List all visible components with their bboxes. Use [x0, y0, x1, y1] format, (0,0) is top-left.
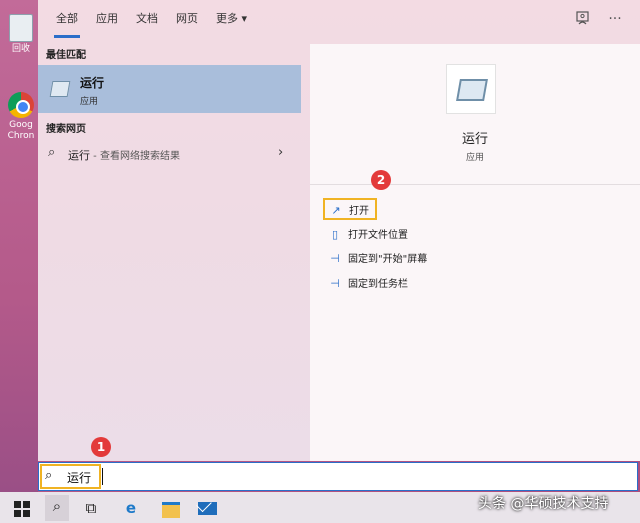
run-app-large-icon: [446, 64, 496, 114]
open-label: 打开: [349, 206, 369, 217]
chrome-label-1: Goog: [9, 120, 33, 130]
watermark: 头条 @华硕技术支持: [478, 496, 609, 512]
recycle-bin-icon[interactable]: 回收: [6, 14, 36, 55]
open-icon: ↗: [331, 204, 341, 217]
pin-to-start-label: 固定到"开始"屏幕: [348, 254, 428, 265]
run-app-icon: [49, 81, 71, 97]
best-match-heading: 最佳匹配: [46, 50, 86, 61]
detail-app-name: 运行: [461, 132, 488, 147]
best-match-kind: 应用: [80, 97, 99, 107]
step-badge-1: 1: [91, 437, 111, 457]
edge-icon: e: [125, 499, 137, 517]
pin-icon: ⊣: [330, 277, 340, 290]
start-button[interactable]: [11, 497, 33, 519]
chrome-desktop-icon[interactable]: Goog Chron: [6, 92, 36, 142]
tab-apps[interactable]: 应用: [96, 0, 118, 38]
tab-more[interactable]: 更多 ▾: [216, 0, 247, 38]
task-view-icon: ⧉: [85, 499, 97, 517]
best-match-result[interactable]: 运行 应用: [38, 65, 301, 113]
edge-button[interactable]: e: [120, 497, 142, 519]
windows-logo-icon: [14, 510, 21, 517]
detail-pane: 运行 应用 ↗ 打开 ▯ 打开文件位置 ⊣ 固定到"开始"屏幕 ⊣ 固定到任务栏: [310, 44, 640, 461]
step-badge-2: 2: [371, 170, 391, 190]
tab-all[interactable]: 全部: [54, 0, 80, 38]
desktop: 回收 Goog Chron: [0, 0, 38, 492]
filter-tabs-bar: 全部 应用 文档 网页 更多 ▾ ···: [38, 0, 640, 40]
tab-web[interactable]: 网页: [176, 0, 198, 38]
web-search-query: 运行: [68, 149, 90, 162]
search-box[interactable]: ⌕ 运行: [38, 462, 638, 491]
pin-to-taskbar-action[interactable]: ⊣ 固定到任务栏: [328, 275, 408, 293]
file-explorer-button[interactable]: [160, 497, 182, 519]
pin-to-taskbar-label: 固定到任务栏: [348, 279, 408, 290]
search-icon: ⌕: [48, 145, 56, 160]
windows-logo-icon: [23, 501, 30, 508]
tab-documents[interactable]: 文档: [136, 0, 158, 38]
run-window-graphic: [456, 79, 488, 101]
chrome-logo-icon: [8, 92, 34, 118]
start-search-panel: 全部 应用 文档 网页 更多 ▾ ··· 最佳匹配 运行 应用 搜索网页 ⌕ 运…: [38, 0, 640, 461]
detail-app-kind: 应用: [465, 153, 484, 163]
recycle-bin-label: 回收: [11, 44, 30, 54]
taskbar-search-button[interactable]: ⌕: [45, 495, 69, 521]
file-location-icon: ▯: [331, 228, 339, 241]
search-icon: ⌕: [45, 468, 53, 483]
best-match-name: 运行: [80, 76, 105, 90]
open-file-location-action[interactable]: ▯ 打开文件位置: [328, 226, 408, 244]
chrome-label-2: Chron: [7, 131, 35, 141]
mail-button[interactable]: [197, 497, 219, 519]
pin-to-start-action[interactable]: ⊣ 固定到"开始"屏幕: [328, 250, 427, 268]
recycle-bin-graphic: [9, 14, 33, 42]
search-input[interactable]: 运行: [67, 469, 91, 486]
divider: [310, 184, 640, 185]
open-file-location-label: 打开文件位置: [348, 230, 408, 241]
text-caret: [102, 468, 103, 485]
pin-icon: ⊣: [330, 252, 340, 265]
more-options-icon[interactable]: ···: [606, 10, 624, 28]
mail-icon: [198, 502, 217, 515]
windows-logo-icon: [14, 501, 21, 508]
task-view-button[interactable]: ⧉: [80, 497, 102, 519]
windows-logo-icon: [23, 510, 30, 517]
feedback-icon[interactable]: [574, 10, 592, 28]
results-list: 最佳匹配 运行 应用 搜索网页 ⌕ 运行 - 查看网络搜索结果 ›: [38, 40, 301, 461]
open-action[interactable]: ↗ 打开: [323, 198, 377, 220]
web-search-text: 运行 - 查看网络搜索结果: [68, 147, 180, 163]
web-search-heading: 搜索网页: [46, 124, 86, 135]
chevron-right-icon[interactable]: ›: [278, 145, 283, 160]
web-search-suffix: - 查看网络搜索结果: [90, 151, 180, 162]
search-icon: ⌕: [52, 497, 62, 515]
web-search-result[interactable]: ⌕ 运行 - 查看网络搜索结果 ›: [38, 144, 301, 164]
folder-icon: [162, 502, 180, 518]
